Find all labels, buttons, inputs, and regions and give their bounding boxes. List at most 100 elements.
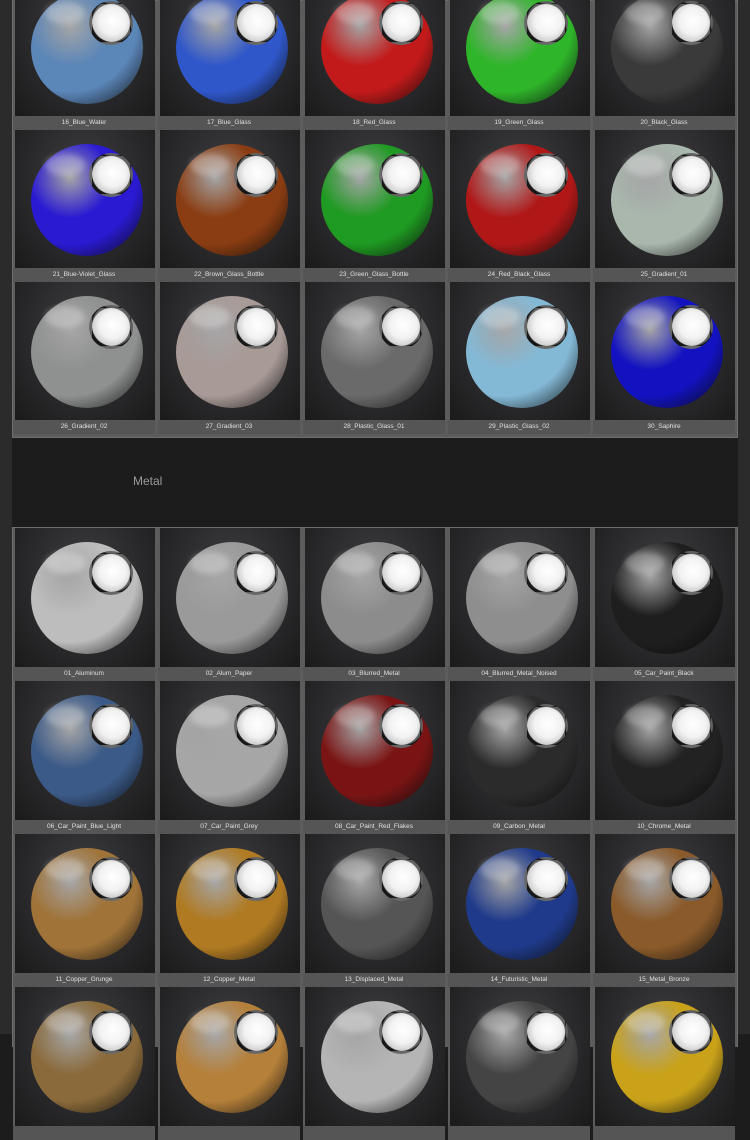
material-label: 01_Aluminum [13,667,155,681]
material-sphere [611,695,723,807]
material-label: 11_Copper_Grunge [13,973,155,987]
glass-material-grid: 16_Blue_Water 17_Blue_Glass 18_Red_Glass 19… [12,0,738,438]
material-preview [305,681,445,820]
material-preview [595,130,735,268]
material-tile[interactable]: 05_Car_Paint_Black [593,528,735,681]
material-preview [160,987,300,1126]
material-preview [160,130,300,268]
material-preview [305,0,445,116]
material-tile[interactable]: 17_Blue_Glass [158,0,300,130]
material-sphere [176,848,288,960]
material-tile[interactable]: 11_Copper_Grunge [13,834,155,987]
material-label: 22_Brown_Glass_Bottle [158,268,300,282]
material-label: 20_Black_Glass [593,116,735,130]
sphere-cutout [379,305,423,349]
sphere-cutout [379,153,423,197]
material-sphere [321,144,433,256]
sphere-cutout [669,704,713,748]
material-tile[interactable]: 04_Blurred_Metal_Noised [448,528,590,681]
sphere-cutout [379,551,423,595]
material-label [13,1126,155,1140]
sphere-cutout [234,857,278,901]
material-sphere [321,1001,433,1113]
material-tile[interactable]: 24_Red_Black_Glass [448,130,590,282]
right-edge [738,0,750,1034]
material-preview [595,834,735,973]
sphere-cutout [234,305,278,349]
material-tile[interactable]: 16_Blue_Water [13,0,155,130]
material-label [448,1126,590,1140]
sphere-cutout [524,305,568,349]
material-tile[interactable]: 03_Blurred_Metal [303,528,445,681]
material-tile[interactable]: 02_Alum_Paper [158,528,300,681]
material-preview [450,681,590,820]
material-tile[interactable]: 30_Saphire [593,282,735,434]
material-tile[interactable]: 12_Copper_Metal [158,834,300,987]
sphere-cutout [89,551,133,595]
material-tile[interactable]: 27_Gradient_03 [158,282,300,434]
material-tile[interactable]: 26_Gradient_02 [13,282,155,434]
material-tile[interactable] [303,987,445,1140]
material-tile[interactable]: 01_Aluminum [13,528,155,681]
material-preview [595,987,735,1126]
material-sphere [466,296,578,408]
material-sphere [611,1001,723,1113]
material-tile[interactable]: 14_Futuristic_Metal [448,834,590,987]
sphere-cutout [379,1010,423,1054]
material-label: 08_Car_Paint_Red_Flakes [303,820,445,834]
material-label [593,1126,735,1140]
material-preview [15,282,155,420]
material-tile[interactable]: 20_Black_Glass [593,0,735,130]
material-sphere [31,542,143,654]
material-tile[interactable]: 23_Green_Glass_Bottle [303,130,445,282]
material-tile[interactable]: 19_Green_Glass [448,0,590,130]
material-tile[interactable]: 28_Plastic_Glass_01 [303,282,445,434]
material-preview [595,681,735,820]
sphere-cutout [234,153,278,197]
material-tile[interactable]: 08_Car_Paint_Red_Flakes [303,681,445,834]
material-tile[interactable]: 10_Chrome_Metal [593,681,735,834]
material-tile[interactable]: 21_Blue-Violet_Glass [13,130,155,282]
material-label: 16_Blue_Water [13,116,155,130]
sphere-cutout [669,153,713,197]
sphere-cutout [234,704,278,748]
material-tile[interactable]: 25_Gradient_01 [593,130,735,282]
material-preview [160,681,300,820]
material-label: 14_Futuristic_Metal [448,973,590,987]
material-preview [450,834,590,973]
sphere-cutout [524,1010,568,1054]
material-tile[interactable] [593,987,735,1140]
material-tile[interactable]: 29_Plastic_Glass_02 [448,282,590,434]
material-sphere [466,848,578,960]
material-tile[interactable]: 13_Displaced_Metal [303,834,445,987]
material-preview [450,130,590,268]
material-sphere [611,848,723,960]
material-tile[interactable]: 06_Car_Paint_Blue_Light [13,681,155,834]
material-sphere [466,1001,578,1113]
material-preview [450,282,590,420]
material-preview [305,528,445,667]
material-sphere [466,542,578,654]
material-label: 19_Green_Glass [448,116,590,130]
material-sphere [31,848,143,960]
material-tile[interactable] [13,987,155,1140]
material-preview [305,987,445,1126]
material-tile[interactable]: 09_Carbon_Metal [448,681,590,834]
material-tile[interactable]: 07_Car_Paint_Grey [158,681,300,834]
material-preview [450,0,590,116]
material-label: 03_Blurred_Metal [303,667,445,681]
material-tile[interactable] [448,987,590,1140]
material-tile[interactable]: 18_Red_Glass [303,0,445,130]
material-sphere [321,0,433,104]
sphere-cutout [379,1,423,45]
material-tile[interactable] [158,987,300,1140]
material-label: 26_Gradient_02 [13,420,155,434]
material-preview [450,528,590,667]
material-label: 04_Blurred_Metal_Noised [448,667,590,681]
sphere-cutout [89,704,133,748]
material-tile[interactable]: 15_Metal_Bronze [593,834,735,987]
material-label: 13_Displaced_Metal [303,973,445,987]
material-label [158,1126,300,1140]
material-tile[interactable]: 22_Brown_Glass_Bottle [158,130,300,282]
material-label: 05_Car_Paint_Black [593,667,735,681]
